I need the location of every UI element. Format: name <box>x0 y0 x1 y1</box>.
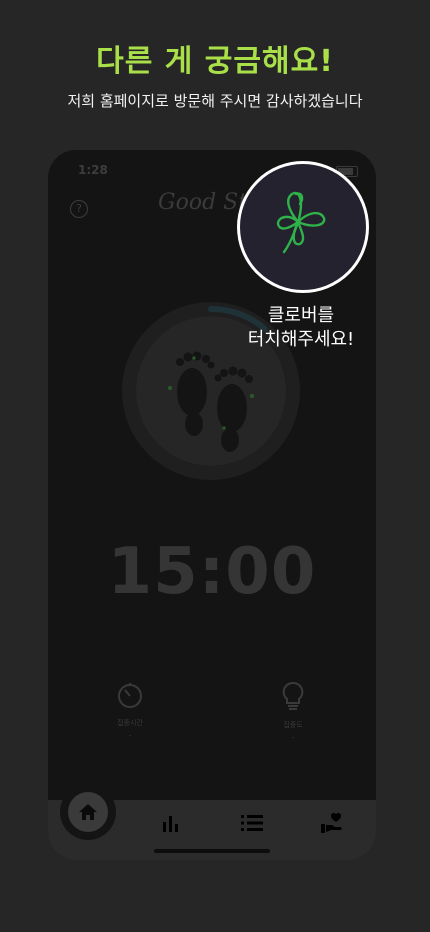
status-time: 1:28 <box>78 163 108 177</box>
home-icon <box>79 804 97 820</box>
focus-time-label: 집중시간 <box>117 719 143 727</box>
focus-level-value: - <box>291 733 295 742</box>
promo-subline: 저희 홈페이지로 방문해 주시면 감사하겠습니다 <box>67 92 363 110</box>
focus-level-label: 집중도 <box>283 721 303 729</box>
tab-list[interactable] <box>239 810 265 836</box>
timer-display: 15:00 <box>107 535 317 609</box>
clover-button[interactable] <box>237 161 369 293</box>
tab-donate[interactable] <box>320 810 346 836</box>
help-icon[interactable]: ? <box>70 200 88 218</box>
home-indicator <box>154 849 270 853</box>
focus-time-stat: 집중시간 - <box>95 680 165 740</box>
stopwatch-icon <box>118 683 142 708</box>
app-logo: Good St <box>158 190 248 215</box>
focus-time-value: - <box>128 731 132 740</box>
tab-stats[interactable] <box>158 810 184 836</box>
focus-level-stat: 집중도 - <box>258 680 328 742</box>
clover-icon <box>276 191 326 254</box>
lightbulb-icon <box>282 681 304 710</box>
list-icon <box>241 815 263 831</box>
promo-headline: 다른 게 궁금해요! <box>96 44 334 79</box>
hand-heart-icon <box>321 812 342 833</box>
clover-caption-line2: 터치해주세요! <box>247 329 355 350</box>
bar-chart-icon <box>163 816 178 832</box>
clover-caption: 클로버를 터치해주세요! <box>236 304 366 352</box>
clover-caption-line1: 클로버를 <box>267 305 335 326</box>
tab-home[interactable] <box>68 792 108 832</box>
